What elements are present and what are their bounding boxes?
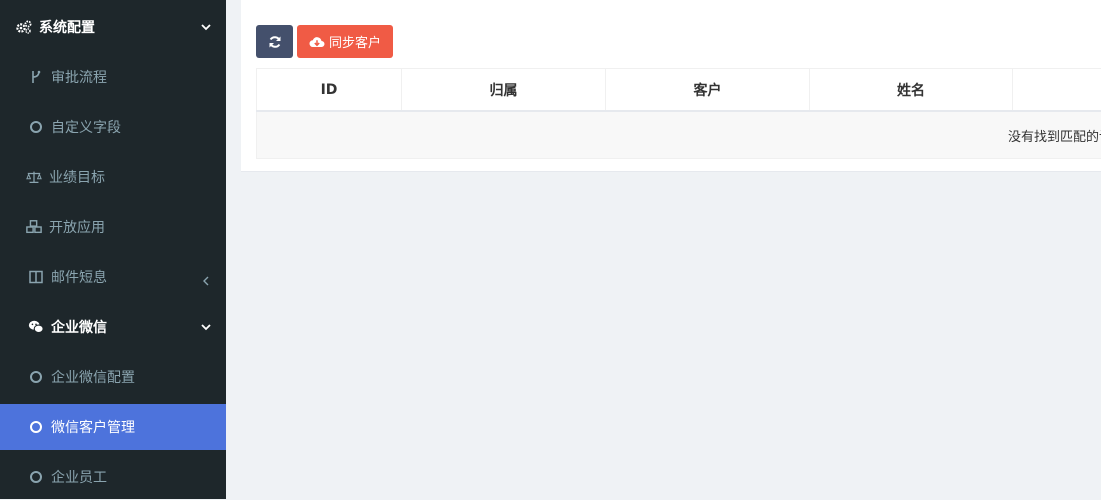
column-header-more[interactable] bbox=[1013, 69, 1101, 112]
refresh-button[interactable] bbox=[256, 25, 293, 58]
sidebar-item-performance-goals[interactable]: 业绩目标 bbox=[0, 154, 226, 200]
sidebar-item-label: 审批流程 bbox=[51, 67, 107, 87]
table-header-row: ID 归属 客户 姓名 bbox=[257, 69, 1101, 112]
chevron-down-icon bbox=[200, 321, 212, 333]
circle-icon bbox=[28, 369, 44, 385]
column-header-customer[interactable]: 客户 bbox=[606, 69, 810, 112]
sidebar-item-wecom[interactable]: 企业微信 bbox=[0, 304, 226, 350]
circle-icon bbox=[28, 119, 44, 135]
circle-icon bbox=[28, 469, 44, 485]
sync-customers-label: 同步客户 bbox=[329, 32, 381, 51]
refresh-icon bbox=[268, 35, 282, 49]
sidebar-item-label: 系统配置 bbox=[39, 17, 95, 37]
wechat-icon bbox=[28, 319, 44, 335]
empty-state-text: 没有找到匹配的记录 bbox=[1008, 130, 1101, 145]
cubes-icon bbox=[26, 219, 42, 235]
gears-icon bbox=[16, 19, 32, 35]
sidebar-item-wechat-customer-management[interactable]: 微信客户管理 bbox=[0, 404, 226, 450]
chevron-down-icon bbox=[200, 21, 212, 33]
sidebar-item-employees[interactable]: 企业员工 bbox=[0, 454, 226, 500]
empty-state-cell: 没有找到匹配的记录 bbox=[257, 111, 1101, 159]
sidebar-item-label: 企业员工 bbox=[51, 467, 107, 487]
sidebar-item-label: 邮件短息 bbox=[51, 267, 107, 287]
circle-icon bbox=[28, 419, 44, 435]
sync-customers-button[interactable]: 同步客户 bbox=[297, 25, 393, 58]
sidebar-item-email-sms[interactable]: 邮件短息 bbox=[0, 254, 226, 300]
sidebar-item-wecom-config[interactable]: 企业微信配置 bbox=[0, 354, 226, 400]
column-header-name[interactable]: 姓名 bbox=[810, 69, 1013, 112]
table-row: 没有找到匹配的记录 bbox=[257, 111, 1101, 159]
fork-icon bbox=[28, 69, 44, 85]
scale-icon bbox=[26, 169, 42, 185]
sidebar-item-system-config[interactable]: 系统配置 bbox=[0, 4, 226, 50]
main-content: 同步客户 ID 归属 客户 姓名 bbox=[226, 0, 1101, 499]
sidebar-item-approval-flow[interactable]: 审批流程 bbox=[0, 54, 226, 100]
cloud-download-icon bbox=[309, 36, 325, 48]
column-header-owner[interactable]: 归属 bbox=[402, 69, 606, 112]
column-header-id[interactable]: ID bbox=[257, 69, 402, 112]
chevron-left-icon bbox=[200, 275, 212, 287]
sidebar-item-label: 企业微信 bbox=[51, 317, 107, 337]
sidebar-item-label: 微信客户管理 bbox=[51, 417, 135, 437]
columns-icon bbox=[28, 269, 44, 285]
sidebar-item-open-apps[interactable]: 开放应用 bbox=[0, 204, 226, 250]
customer-table: ID 归属 客户 姓名 没有找到匹配的记录 bbox=[256, 68, 1101, 159]
sidebar-item-label: 业绩目标 bbox=[49, 167, 105, 187]
content-panel: 同步客户 ID 归属 客户 姓名 bbox=[241, 0, 1101, 172]
sidebar-item-label: 开放应用 bbox=[49, 217, 105, 237]
sidebar-item-custom-fields[interactable]: 自定义字段 bbox=[0, 104, 226, 150]
sidebar-item-label: 自定义字段 bbox=[51, 117, 121, 137]
sidebar: 系统配置 审批流程 自定义字段 业绩目标 bbox=[0, 0, 226, 499]
sidebar-item-label: 企业微信配置 bbox=[51, 367, 135, 387]
